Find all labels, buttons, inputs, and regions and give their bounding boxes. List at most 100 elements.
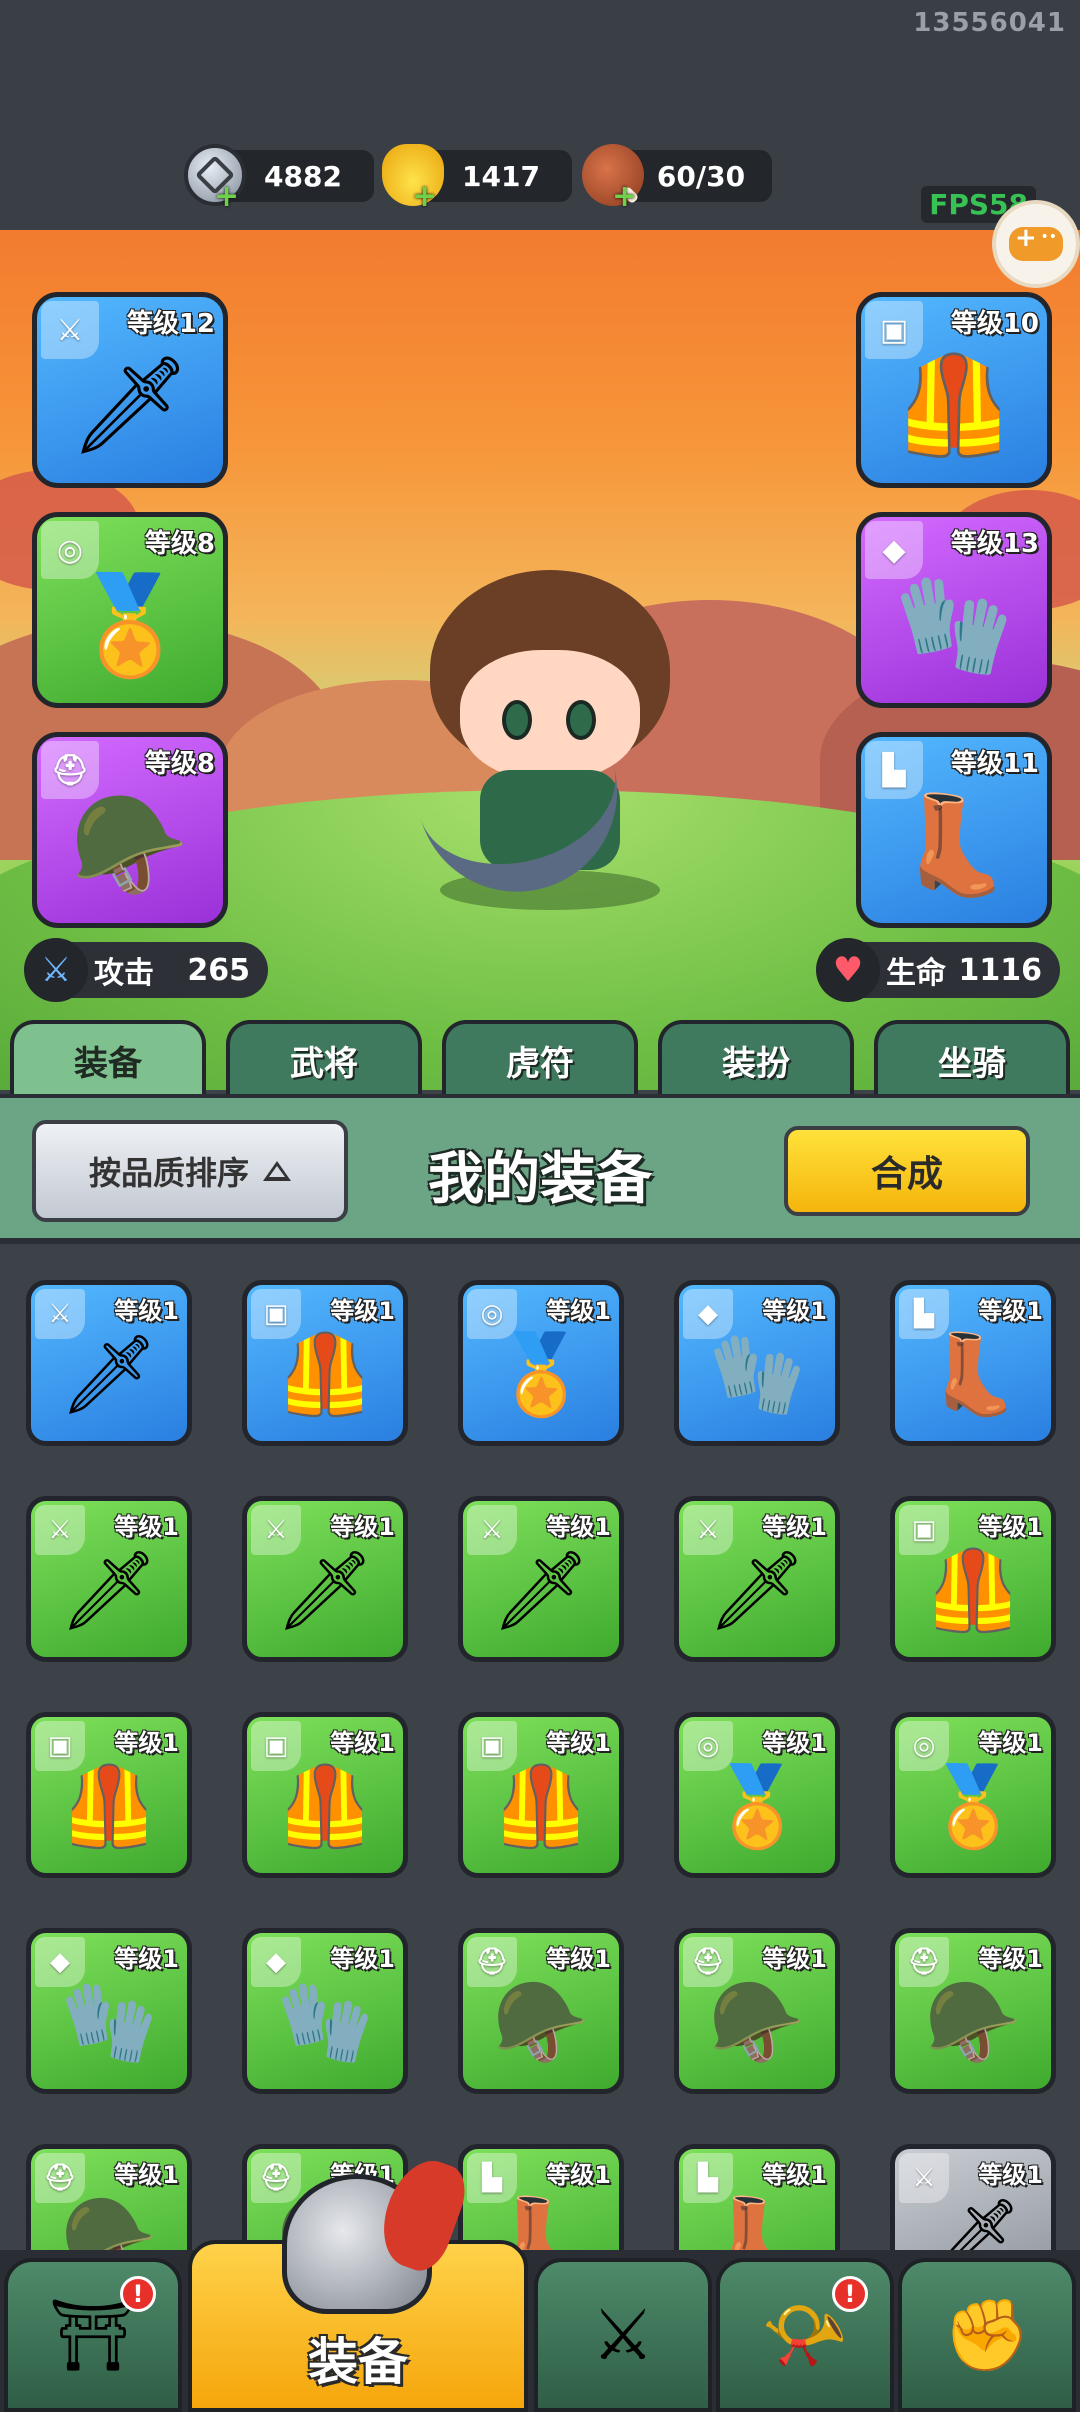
add-silver-icon[interactable]: + (214, 179, 239, 214)
inventory-item[interactable]: ◎ 等级1 🏅 (674, 1712, 840, 1878)
hp-value: 1116 (958, 952, 1043, 988)
tab-tiger-tally[interactable]: 虎符 (442, 1020, 638, 1096)
inventory-item[interactable]: ⚔ 等级1 🗡 (674, 1496, 840, 1662)
crossed-swords-icon: ⚔ (591, 2294, 655, 2376)
hero-eye (502, 700, 532, 740)
scimitar-icon: 🗡 (69, 348, 191, 461)
slot-level: 等级8 (144, 529, 215, 559)
nav-equipment-label: 装备 (308, 2333, 408, 2391)
armor-art-icon: 🦺 (276, 1330, 374, 1421)
inventory-item[interactable]: ⚔ 等级1 🗡 (26, 1496, 192, 1662)
nav-battle-button[interactable]: ⚔ (534, 2258, 712, 2412)
sort-label: 按品质排序 (88, 1154, 249, 1192)
game-screen: 13556041 + 4882 + 1417 + 60/30 ⚔ 等级12 🗡 … (0, 0, 1080, 2412)
tab-outfit[interactable]: 装扮 (658, 1020, 854, 1096)
tab-equipment[interactable]: 装备 (10, 1020, 206, 1096)
inventory-item[interactable]: ▣ 等级1 🦺 (26, 1712, 192, 1878)
helmet-art-icon: 🪖 (492, 1978, 590, 2069)
item-level: 等级1 (546, 1945, 611, 1973)
inventory-item[interactable]: ▙ 等级1 👢 (674, 2144, 840, 2260)
hero-character[interactable] (410, 550, 690, 915)
bracer-art-icon: 🧤 (276, 1978, 374, 2069)
hero-scene: ⚔ 等级12 🗡 ◎ 等级8 🏅 ⛑ 等级8 🪖 ▣ 等级10 🦺 ◆ 等级13… (0, 230, 1080, 1090)
equipped-weapon-slot[interactable]: ⚔ 等级12 🗡 (32, 292, 228, 488)
item-level: 等级1 (330, 1297, 395, 1325)
merge-button[interactable]: 合成 (784, 1126, 1030, 1216)
inventory-item[interactable]: ⛑等级1🪖 (26, 2144, 192, 2260)
inventory-item[interactable]: ⚔ 等级1 🗡 (242, 1496, 408, 1662)
inventory-item[interactable]: ⛑等级1🪖 (674, 1928, 840, 2094)
equipped-boots-slot[interactable]: ▙ 等级11 👢 (856, 732, 1052, 928)
inventory-item[interactable]: ▣ 等级1 🦺 (242, 1712, 408, 1878)
gold-counter[interactable]: + 1417 (382, 144, 572, 214)
hp-label: 生命 (886, 956, 946, 991)
tab-generals[interactable]: 武将 (226, 1020, 422, 1096)
hero-face (460, 650, 640, 780)
silver-value: 4882 (264, 159, 342, 193)
page-title: 我的装备 (428, 1147, 652, 1212)
inventory-item[interactable]: ◎ 等级1 🏅 (890, 1712, 1056, 1878)
amulet-art-icon: 🏅 (492, 1330, 590, 1421)
item-level: 等级1 (762, 1945, 827, 1973)
nav-recruit-button[interactable]: 📯 ! (716, 2258, 894, 2412)
attack-value: 265 (187, 952, 250, 988)
helmet-art-icon: 🪖 (924, 1978, 1022, 2069)
equipped-helmet-slot[interactable]: ⛑ 等级8 🪖 (32, 732, 228, 928)
slot-level: 等级8 (144, 749, 215, 779)
item-level: 等级1 (978, 1729, 1043, 1757)
silver-counter[interactable]: + 4882 (184, 144, 374, 214)
armor-art-icon: 🦺 (276, 1762, 374, 1853)
tab-mount[interactable]: 坐骑 (874, 1020, 1070, 1096)
inventory-item[interactable]: ◆ 等级1 🧤 (242, 1928, 408, 2094)
equipped-bracer-slot[interactable]: ◆ 等级13 🧤 (856, 512, 1052, 708)
stamina-value: 60/30 (656, 159, 746, 193)
gamepad-button[interactable] (992, 200, 1080, 288)
armor-art-icon: 🦺 (492, 1762, 590, 1853)
inventory-item[interactable]: ⚔ 等级1 🗡 (458, 1496, 624, 1662)
bottom-nav: ⛩ ! 装备 ⚔ 📯 ! ✊ (0, 2174, 1080, 2412)
add-gold-icon[interactable]: + (412, 179, 437, 214)
item-level: 等级1 (114, 1297, 179, 1325)
inventory-item[interactable]: ▙ 等级1 👢 (890, 1280, 1056, 1446)
nav-equipment-button[interactable]: 装备 (188, 2174, 528, 2412)
purple-boots-icon: 👢 (894, 788, 1014, 901)
inventory-item[interactable]: ⛑等级1🪖 (458, 1928, 624, 2094)
add-stamina-icon[interactable]: + (612, 179, 637, 214)
item-level: 等级1 (114, 1945, 179, 1973)
slot-level: 等级13 (950, 529, 1039, 559)
helmet-art-icon: 🪖 (708, 1978, 806, 2069)
nav-upgrade-button[interactable]: ✊ (898, 2258, 1076, 2412)
item-level: 等级1 (114, 2161, 179, 2189)
nav-shop-button[interactable]: ⛩ ! (4, 2258, 182, 2412)
sword-icon: ⚔ (24, 938, 88, 1002)
item-level: 等级1 (546, 1297, 611, 1325)
sort-by-quality-button[interactable]: 按品质排序 (32, 1120, 348, 1222)
attack-stat: ⚔ 攻击 265 (24, 938, 268, 1002)
inventory-item[interactable]: ◆ 等级1 🧤 (674, 1280, 840, 1446)
inventory-item[interactable]: ⚔ 等级1 🗡 (26, 1280, 192, 1446)
sword-art-icon: 🗡 (707, 1546, 807, 1637)
inventory-item[interactable]: ▣ 等级1 🦺 (458, 1712, 624, 1878)
stamina-counter[interactable]: + 60/30 (582, 144, 772, 214)
inventory-item[interactable]: ▣ 等级1 🦺 (890, 1496, 1056, 1662)
inventory-item[interactable]: ⛑等级1🪖 (890, 1928, 1056, 2094)
item-level: 等级1 (546, 1513, 611, 1541)
equipped-amulet-slot[interactable]: ◎ 等级8 🏅 (32, 512, 228, 708)
heart-icon: ♥ (816, 938, 880, 1002)
fist-upgrade-icon: ✊ (943, 2293, 1031, 2376)
inventory-item[interactable]: ◆ 等级1 🧤 (26, 1928, 192, 2094)
inventory-item[interactable]: ▣ 等级1 🦺 (242, 1280, 408, 1446)
armor-art-icon: 🦺 (924, 1546, 1022, 1637)
inventory-grid: ⚔ 等级1 🗡 ▣ 等级1 🦺 ◎ 等级1 🏅 ◆ 等级1 🧤 ▙ 等级1 👢 ⚔ 等级1 🗡 ⚔ 等级1 🗡 ⚔ 等级1 🗡… (0, 1250, 1080, 2260)
item-level: 等级1 (762, 2161, 827, 2189)
item-level: 等级1 (762, 1297, 827, 1325)
attack-label: 攻击 (94, 956, 154, 991)
equipped-armor-slot[interactable]: ▣ 等级10 🦺 (856, 292, 1052, 488)
helmet-icon (282, 2174, 432, 2314)
inventory-item[interactable]: ◎ 等级1 🏅 (458, 1280, 624, 1446)
top-bar: 13556041 + 4882 + 1417 + 60/30 (0, 0, 1080, 230)
inventory-item[interactable]: ⚔ 等级1 🗡 (890, 2144, 1056, 2260)
sword-art-icon: 🗡 (59, 1546, 159, 1637)
sword-art-icon: 🗡 (59, 1330, 159, 1421)
golden-armor-icon: 🦺 (894, 348, 1014, 461)
